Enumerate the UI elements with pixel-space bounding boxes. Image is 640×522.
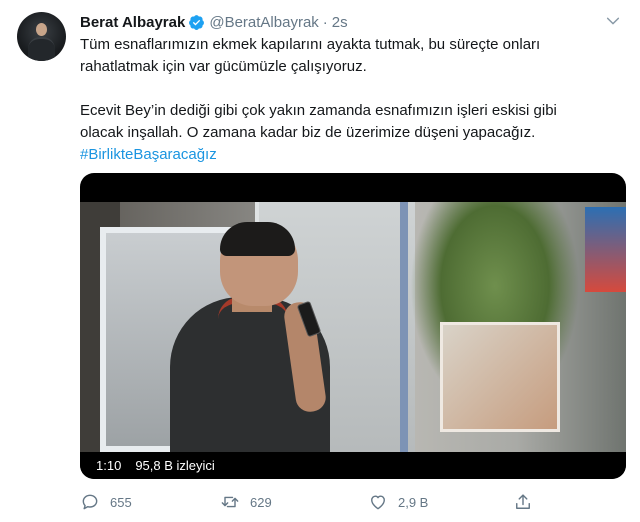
more-options-button[interactable] [602,10,624,32]
reply-icon [82,494,98,510]
video-frame[interactable] [80,202,626,452]
tweet-line: rahatlatmak için var gücümüzle çalışıyor… [80,58,367,75]
avatar-head [36,23,47,36]
tweet: Berat Albayrak @BeratAlbayrak · 2s Tüm e… [0,0,640,522]
tweet-text: Tüm esnaflarımızın ekmek kapılarını ayak… [80,34,620,166]
heart-icon [371,495,385,510]
tweet-actions: 655 629 2,9 B [80,491,540,513]
tweet-line: Ecevit Bey’in dediği gibi çok yakın zama… [80,102,557,119]
share-icon [516,494,530,509]
like-button[interactable]: 2,9 B [368,491,428,513]
tweet-line: olacak inşallah. O zamana kadar biz de ü… [80,124,536,141]
video-player[interactable]: 1:10 95,8 B izleyici [80,173,626,479]
video-duration: 1:10 [96,458,122,473]
share-button[interactable] [513,491,533,513]
like-count: 2,9 B [398,494,429,510]
chevron-down-icon [606,17,620,25]
video-controls: 1:10 95,8 B izleyici [80,452,626,479]
tweet-line: Tüm esnaflarımızın ekmek kapılarını ayak… [80,36,541,53]
tweet-timestamp[interactable]: 2s [332,14,348,31]
user-handle[interactable]: @BeratAlbayrak [209,14,318,31]
retweet-icon [221,496,239,508]
user-name[interactable]: Berat Albayrak [80,14,185,31]
video-view-count: 95,8 B izleyici [135,458,215,473]
retweet-count: 629 [250,494,272,510]
hashtag-link[interactable]: #BirlikteBaşaracağız [80,146,217,163]
tweet-header: Berat Albayrak @BeratAlbayrak · 2s [80,12,348,32]
verified-badge-icon [189,14,205,30]
avatar[interactable] [17,12,66,61]
reply-count: 655 [110,494,132,510]
reply-button[interactable]: 655 [80,491,132,513]
retweet-button[interactable]: 629 [220,491,272,513]
avatar-body [28,37,55,61]
header-separator: · [322,13,328,31]
